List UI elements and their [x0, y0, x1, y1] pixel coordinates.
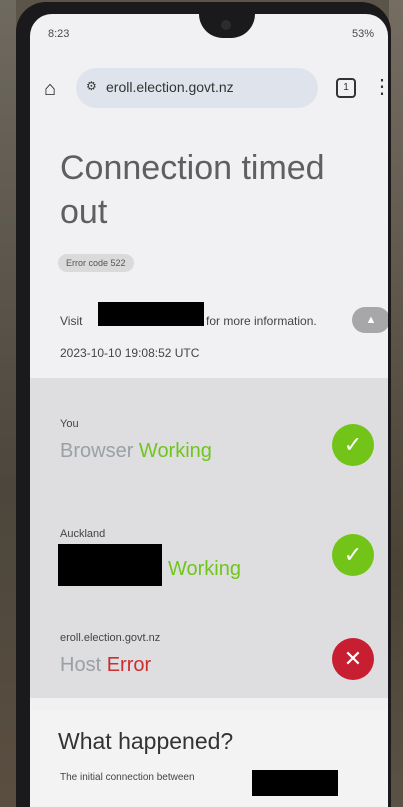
phone-screen: 8:23 53% ⌂ ⚙ eroll.election.govt.nz 1 ⋮ … [30, 14, 388, 807]
photo-background-right [389, 0, 403, 807]
status-name: Host [60, 654, 102, 676]
close-icon: ✕ [332, 638, 374, 680]
photo-background-left [0, 0, 16, 807]
check-icon: ✓ [332, 534, 374, 576]
check-icon: ✓ [332, 424, 374, 466]
menu-icon[interactable]: ⋮ [372, 74, 388, 99]
home-icon[interactable]: ⌂ [44, 78, 56, 101]
section-text: The initial connection between [60, 772, 195, 783]
visit-label: Visit [60, 314, 83, 328]
status-state: Working [168, 558, 241, 580]
status-state: Working [138, 440, 212, 462]
tab-switcher-icon[interactable]: 1 [336, 78, 356, 98]
status-location: You [60, 418, 79, 430]
status-bar: 8:23 53% [30, 14, 388, 46]
status-row-host: eroll.election.govt.nz Host Error ✕ [30, 632, 388, 722]
page-title: Connection timed out [60, 149, 325, 231]
status-row-auckland: Auckland Working ✓ [30, 528, 388, 618]
status-location: Auckland [60, 528, 106, 540]
redacted-name [58, 544, 162, 586]
scroll-up-icon[interactable]: ▲ [352, 307, 388, 333]
status-line: Working [168, 558, 241, 581]
site-settings-icon[interactable]: ⚙ [86, 79, 97, 93]
status-state: Error [106, 654, 152, 676]
status-row-you: You Browser Working ✓ [30, 418, 388, 508]
status-name: Browser [60, 440, 134, 462]
error-code-badge: Error code 522 [58, 254, 134, 272]
address-field[interactable]: ⚙ eroll.election.govt.nz [76, 68, 318, 108]
status-line: Host Error [60, 654, 151, 677]
status-battery: 53% [351, 28, 374, 40]
timestamp: 2023-10-10 19:08:52 UTC [60, 346, 200, 360]
url-text[interactable]: eroll.election.govt.nz [106, 79, 234, 95]
status-time: 8:23 [48, 28, 70, 40]
more-info-label: for more information. [206, 314, 317, 328]
what-happened-section: What happened? The initial connection be… [30, 710, 388, 807]
status-line: Browser Working [60, 440, 212, 463]
section-title: What happened? [58, 728, 234, 754]
redacted-link [98, 302, 204, 326]
status-location: eroll.election.govt.nz [60, 632, 161, 644]
browser-url-bar: ⌂ ⚙ eroll.election.govt.nz 1 ⋮ [30, 50, 388, 108]
status-panel: You Browser Working ✓ Auckland Working ✓… [30, 378, 388, 698]
redacted-text [252, 770, 338, 796]
